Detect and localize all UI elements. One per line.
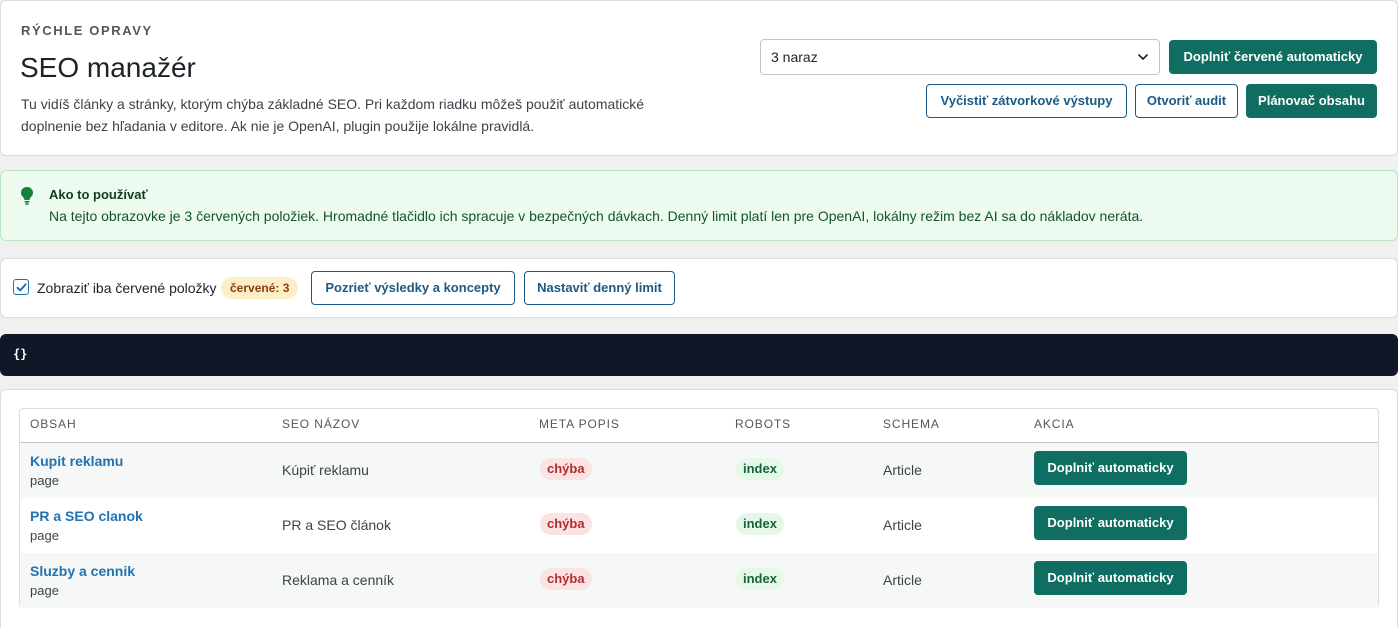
content-title-link[interactable]: Sluzby a cennik xyxy=(30,563,135,579)
fill-auto-button[interactable]: Doplniť automaticky xyxy=(1034,451,1187,485)
lightbulb-icon xyxy=(21,187,33,205)
checkmark-icon xyxy=(16,283,27,292)
debug-output-bar xyxy=(0,334,1398,376)
content-type: page xyxy=(30,583,59,598)
content-title-link[interactable]: Kupit reklamu xyxy=(30,453,123,469)
debug-output-text: {} xyxy=(13,347,28,361)
fill-auto-button[interactable]: Doplniť automaticky xyxy=(1034,506,1187,540)
open-audit-button[interactable]: Otvoriť audit xyxy=(1135,84,1238,118)
content-type: page xyxy=(30,473,59,488)
show-red-only-label[interactable]: Zobraziť iba červené položky xyxy=(37,280,217,296)
set-daily-limit-button[interactable]: Nastaviť denný limit xyxy=(524,271,675,305)
clear-brackets-button[interactable]: Vyčistiť zátvorkové výstupy xyxy=(926,84,1127,118)
notice-text: Na tejto obrazovke je 3 červených položi… xyxy=(49,208,1144,224)
view-results-button[interactable]: Pozrieť výsledky a koncepty xyxy=(311,271,515,305)
red-count-badge: červené: 3 xyxy=(221,277,299,299)
batch-size-select[interactable]: 3 naraz xyxy=(760,39,1160,75)
meta-status-badge: chýba xyxy=(540,458,592,480)
schema-value: Article xyxy=(883,517,922,533)
show-red-only-checkbox[interactable] xyxy=(13,279,29,295)
column-header-action: AKCIA xyxy=(1034,417,1075,431)
notice-title: Ako to používať xyxy=(49,187,148,202)
meta-status-badge: chýba xyxy=(540,568,592,590)
page-title: SEO manažér xyxy=(20,52,196,83)
seo-title-value: PR a SEO článok xyxy=(282,517,391,533)
column-header-seo-title: SEO NÁZOV xyxy=(282,417,361,431)
fill-red-auto-button[interactable]: Doplniť červené automaticky xyxy=(1169,40,1377,74)
page-description: Tu vidíš články a stránky, ktorým chýba … xyxy=(21,96,645,134)
column-header-schema: SCHEMA xyxy=(883,417,940,431)
chevron-down-icon xyxy=(1138,54,1148,60)
usage-notice xyxy=(0,170,1398,241)
schema-value: Article xyxy=(883,572,922,588)
content-planner-button[interactable]: Plánovač obsahu xyxy=(1246,84,1377,118)
content-type: page xyxy=(30,528,59,543)
column-header-meta: META POPIS xyxy=(539,417,620,431)
seo-title-value: Reklama a cenník xyxy=(282,572,395,588)
meta-status-badge: chýba xyxy=(540,513,592,535)
content-title-link[interactable]: PR a SEO clanok xyxy=(30,508,143,524)
batch-size-value: 3 naraz xyxy=(771,49,818,65)
robots-status-badge: index xyxy=(736,513,784,535)
robots-status-badge: index xyxy=(736,568,784,590)
fill-auto-button[interactable]: Doplniť automaticky xyxy=(1034,561,1187,595)
column-header-content: OBSAH xyxy=(30,417,77,431)
column-header-robots: ROBOTS xyxy=(735,417,792,431)
seo-title-value: Kúpiť reklamu xyxy=(282,462,369,478)
schema-value: Article xyxy=(883,462,922,478)
robots-status-badge: index xyxy=(736,458,784,480)
section-eyebrow: RÝCHLE OPRAVY xyxy=(21,23,153,38)
